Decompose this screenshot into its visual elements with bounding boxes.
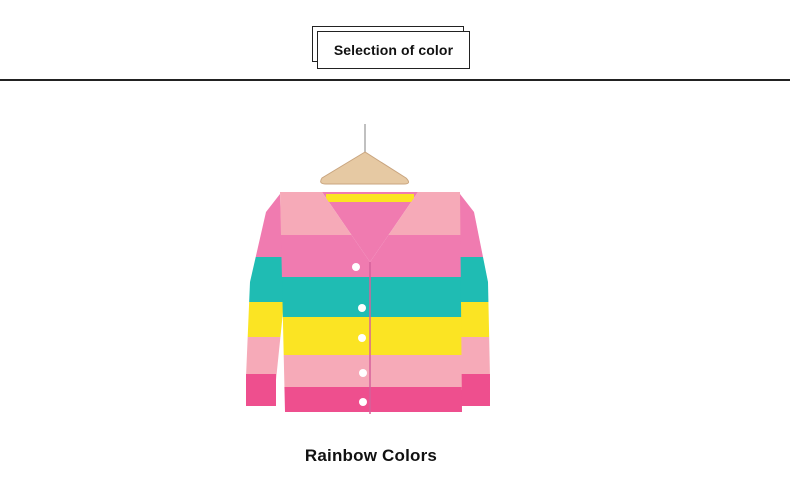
section-header: Selection of color bbox=[0, 0, 790, 82]
product-photo bbox=[210, 112, 530, 432]
right-cuff bbox=[460, 374, 490, 406]
collar-trim bbox=[326, 194, 414, 202]
hanger bbox=[320, 124, 410, 185]
left-cuff bbox=[246, 374, 276, 406]
section-title: Selection of color bbox=[317, 31, 470, 69]
product-name: Rainbow Colors bbox=[304, 446, 438, 465]
cardigan-illustration bbox=[246, 124, 490, 414]
header-divider bbox=[0, 79, 790, 81]
